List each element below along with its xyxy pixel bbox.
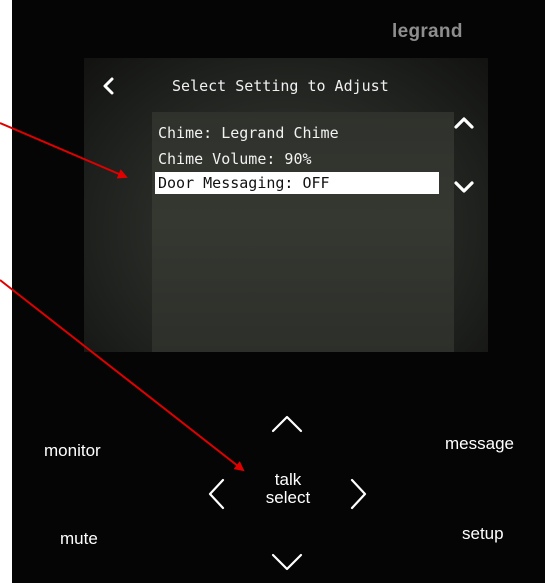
callout-arrow-to-talk-select — [0, 279, 245, 472]
callout-arrows — [0, 122, 245, 472]
callout-arrow-to-door-messaging — [0, 122, 128, 179]
screenshot-stage: legrand Select Setting to Adjust Chime: … — [0, 0, 545, 583]
